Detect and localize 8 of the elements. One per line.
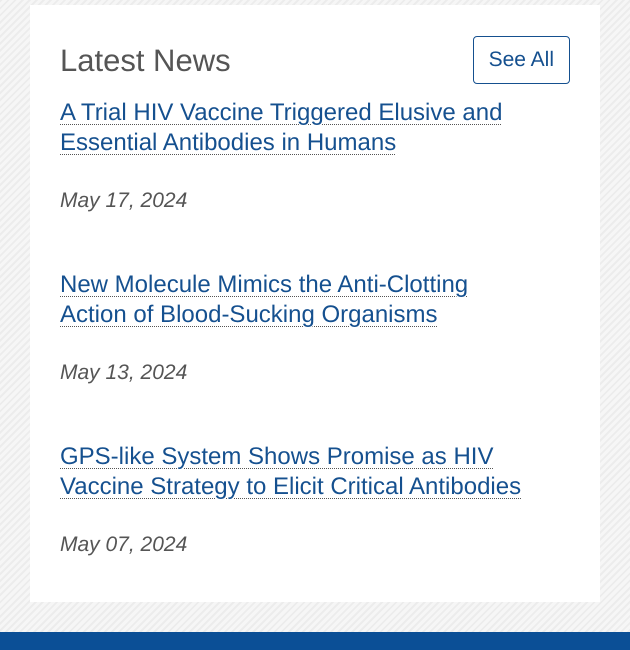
news-headline-link[interactable]: New Molecule Mimics the Anti-Clotting Action of Blood-Sucking Organisms bbox=[60, 270, 532, 330]
news-headline-link[interactable]: GPS-like System Shows Promise as HIV Vaccine Strategy to Elicit Critical Antibodies bbox=[60, 442, 532, 502]
see-all-button[interactable]: See All bbox=[472, 36, 570, 84]
panel-title: Latest News bbox=[60, 43, 231, 79]
news-headline-link[interactable]: A Trial HIV Vaccine Triggered Elusive and Essential Antibodies in Humans bbox=[60, 98, 532, 158]
news-date: May 17, 2024 bbox=[60, 188, 188, 214]
news-date: May 07, 2024 bbox=[60, 532, 188, 558]
news-date: May 13, 2024 bbox=[60, 360, 188, 386]
